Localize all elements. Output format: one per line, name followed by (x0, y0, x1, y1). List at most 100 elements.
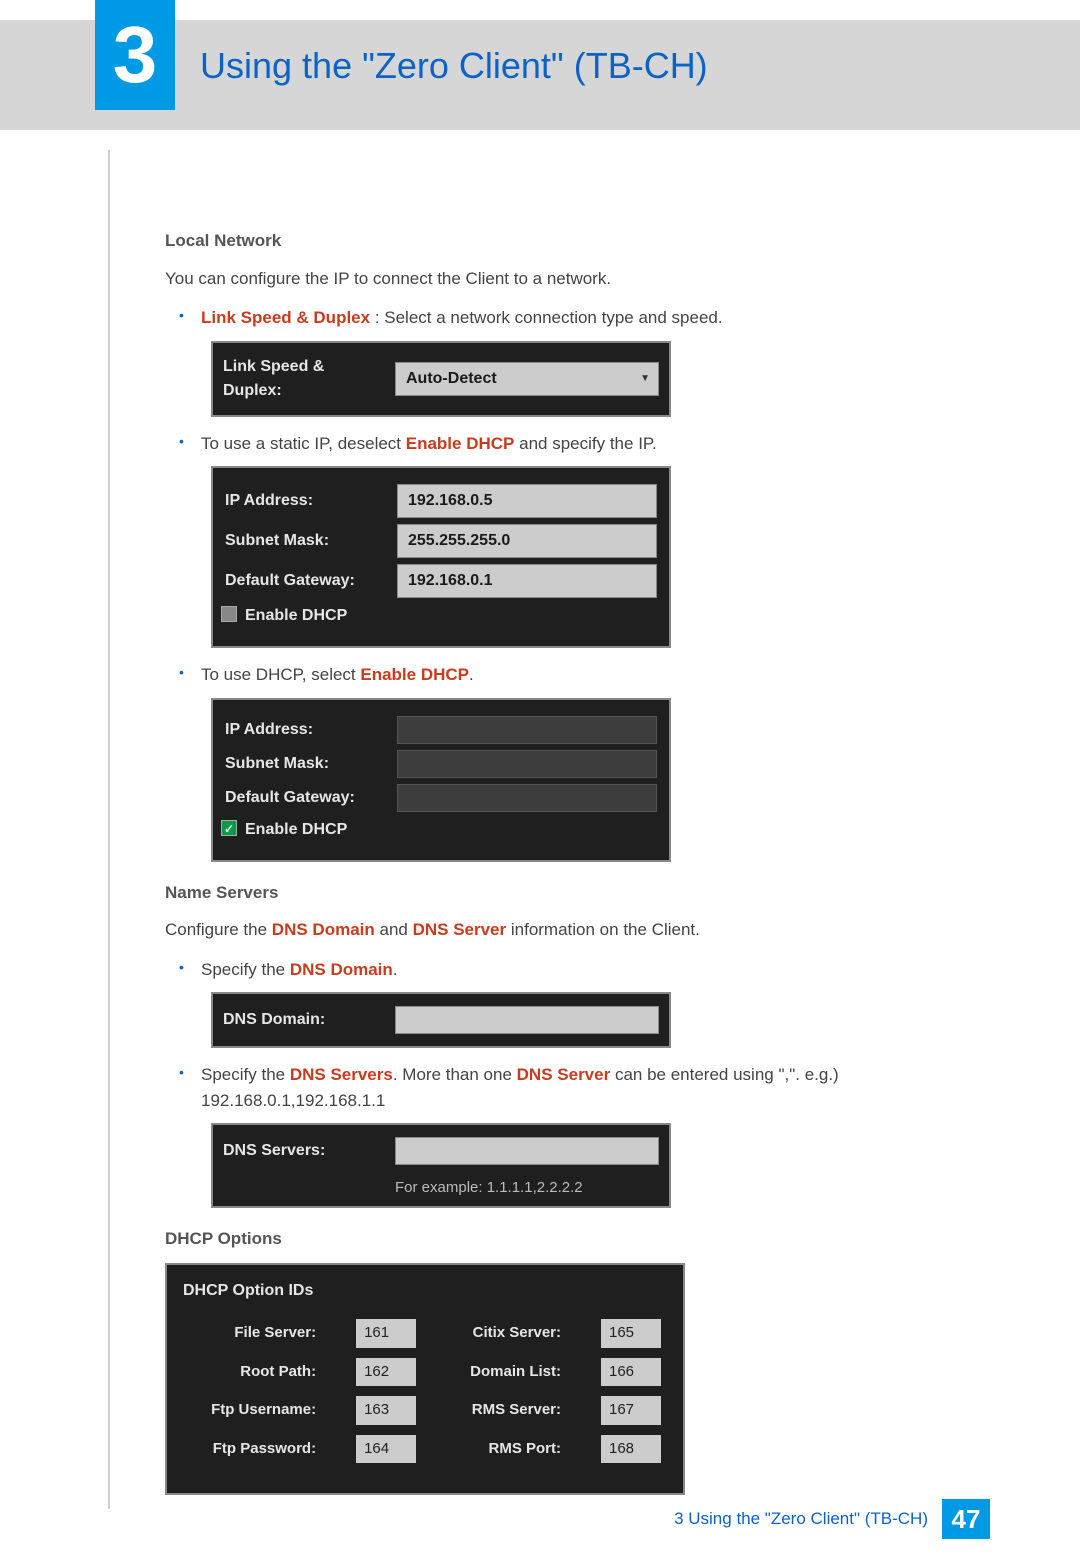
dhcp-value[interactable]: 161 (356, 1319, 416, 1348)
side-rule (108, 150, 110, 1509)
dhcp-label: File Server: (197, 1322, 316, 1345)
dns-servers-bullets: Specify the DNS Servers. More than one D… (189, 1062, 980, 1113)
dns-servers-row: DNS Servers: (223, 1137, 659, 1165)
dhcp-label: Root Path: (197, 1361, 316, 1384)
dnsd-bold: DNS Domain (290, 960, 393, 979)
name-servers-intro: Configure the DNS Domain and DNS Server … (165, 917, 980, 943)
chevron-down-icon: ▼ (640, 371, 650, 386)
gw-field[interactable]: 192.168.0.1 (397, 564, 657, 598)
screenshot-link-speed: Link Speed & Duplex: Auto-Detect ▼ (211, 341, 671, 417)
checkbox-checked-icon[interactable] (221, 820, 237, 836)
dnsd-pre: Specify the (201, 960, 290, 979)
link-speed-select[interactable]: Auto-Detect ▼ (395, 362, 659, 396)
dns-domain-field[interactable] (395, 1006, 659, 1034)
link-speed-text: : Select a network connection type and s… (370, 308, 723, 327)
static-pre: To use a static IP, deselect (201, 434, 406, 453)
dhcp-pre: To use DHCP, select (201, 665, 360, 684)
dhcp-value[interactable]: 168 (601, 1435, 661, 1464)
local-network-intro: You can configure the IP to connect the … (165, 266, 980, 292)
page-number: 47 (942, 1499, 990, 1539)
dnss-post: can be entered using ",". e.g.) (610, 1065, 839, 1084)
gw-label-2: Default Gateway: (225, 786, 385, 810)
ns-intro-b2: DNS Server (413, 920, 507, 939)
dhcp-row-checked: Enable DHCP (225, 818, 657, 842)
dhcp-value[interactable]: 163 (356, 1396, 416, 1425)
dhcp-label: Ftp Password: (197, 1438, 316, 1461)
screenshot-dhcp-on: IP Address: Subnet Mask: Default Gateway… (211, 698, 671, 862)
gw-field-2 (397, 784, 657, 812)
mask-label: Subnet Mask: (225, 529, 385, 553)
ip-label: IP Address: (225, 489, 385, 513)
dns-servers-example: For example: 1.1.1.1,2.2.2.2 (395, 1171, 659, 1200)
page: 3 Using the "Zero Client" (TB-CH) Local … (0, 20, 1080, 1559)
ns-intro-b1: DNS Domain (272, 920, 375, 939)
ns-intro-pre: Configure the (165, 920, 272, 939)
link-speed-row: Link Speed & Duplex: Auto-Detect ▼ (223, 355, 659, 403)
dhcp-label-checked: Enable DHCP (245, 821, 347, 838)
bullet-link-speed: Link Speed & Duplex : Select a network c… (189, 305, 980, 331)
dnss-mid: . More than one (393, 1065, 517, 1084)
dhcp-label: RMS Port: (456, 1438, 561, 1461)
chapter-number-badge: 3 (95, 0, 175, 110)
screenshot-dhcp-options: DHCP Option IDs File Server: 161 Citix S… (165, 1263, 685, 1495)
mask-row: Subnet Mask: 255.255.255.0 (225, 524, 657, 558)
dnss-bold: DNS Servers (290, 1065, 393, 1084)
dhcp-label: Ftp Username: (197, 1399, 316, 1422)
ip-label-2: IP Address: (225, 718, 385, 742)
checkbox-unchecked-icon[interactable] (221, 606, 237, 622)
screenshot-dns-servers: DNS Servers: For example: 1.1.1.1,2.2.2.… (211, 1123, 671, 1208)
screenshot-dns-domain: DNS Domain: (211, 992, 671, 1048)
dhcp-checkbox-wrap[interactable]: Enable DHCP (225, 604, 385, 628)
section-name-servers: Name Servers (165, 880, 980, 906)
content-area: Local Network You can configure the IP t… (165, 130, 980, 1495)
mask-field-2 (397, 750, 657, 778)
dhcp-value[interactable]: 164 (356, 1435, 416, 1464)
gw-row: Default Gateway: 192.168.0.1 (225, 564, 657, 598)
bullet-static-ip: To use a static IP, deselect Enable DHCP… (189, 431, 980, 457)
mask-field[interactable]: 255.255.255.0 (397, 524, 657, 558)
dnss-example-line: 192.168.0.1,192.168.1.1 (201, 1091, 385, 1110)
dhcp-label: Domain List: (456, 1361, 561, 1384)
dhcp-options-grid: File Server: 161 Citix Server: 165 Root … (179, 1311, 671, 1479)
dhcp-post: . (469, 665, 474, 684)
section-dhcp-options: DHCP Options (165, 1226, 980, 1252)
screenshot-static-ip: IP Address: 192.168.0.5 Subnet Mask: 255… (211, 466, 671, 648)
use-dhcp-bullets: To use DHCP, select Enable DHCP. (189, 662, 980, 688)
dns-servers-label: DNS Servers: (223, 1139, 383, 1163)
dns-domain-row: DNS Domain: (223, 1006, 659, 1034)
bullet-dns-servers: Specify the DNS Servers. More than one D… (189, 1062, 980, 1113)
local-network-bullets: Link Speed & Duplex : Select a network c… (189, 305, 980, 331)
ip-field[interactable]: 192.168.0.5 (397, 484, 657, 518)
mask-label-2: Subnet Mask: (225, 752, 385, 776)
mask-row-2: Subnet Mask: (225, 750, 657, 778)
ip-field-2 (397, 716, 657, 744)
dhcp-value[interactable]: 165 (601, 1319, 661, 1348)
dns-domain-bullets: Specify the DNS Domain. (189, 957, 980, 983)
chapter-title: Using the "Zero Client" (TB-CH) (200, 45, 708, 87)
dhcp-label: RMS Server: (456, 1399, 561, 1422)
gw-label: Default Gateway: (225, 569, 385, 593)
dhcp-options-header: DHCP Option IDs (179, 1275, 671, 1311)
dns-domain-label: DNS Domain: (223, 1008, 383, 1032)
link-speed-value: Auto-Detect (406, 367, 497, 391)
link-speed-label: Link Speed & Duplex (201, 308, 370, 327)
footer-text: 3 Using the "Zero Client" (TB-CH) (674, 1509, 928, 1529)
dhcp-value[interactable]: 167 (601, 1396, 661, 1425)
bullet-use-dhcp: To use DHCP, select Enable DHCP. (189, 662, 980, 688)
bullet-dns-domain: Specify the DNS Domain. (189, 957, 980, 983)
dhcp-value[interactable]: 162 (356, 1358, 416, 1387)
dnss-pre: Specify the (201, 1065, 290, 1084)
dhcp-checkbox-wrap-2[interactable]: Enable DHCP (225, 818, 385, 842)
gw-row-2: Default Gateway: (225, 784, 657, 812)
ns-intro-mid: and (375, 920, 413, 939)
static-ip-bullets: To use a static IP, deselect Enable DHCP… (189, 431, 980, 457)
dnsd-post: . (393, 960, 398, 979)
dhcp-bold: Enable DHCP (360, 665, 469, 684)
dhcp-value[interactable]: 166 (601, 1358, 661, 1387)
ns-intro-post: information on the Client. (506, 920, 700, 939)
dns-servers-field[interactable] (395, 1137, 659, 1165)
dhcp-row-unchecked: Enable DHCP (225, 604, 657, 628)
dhcp-label-unchecked: Enable DHCP (245, 607, 347, 624)
section-local-network: Local Network (165, 228, 980, 254)
link-speed-field-label: Link Speed & Duplex: (223, 355, 383, 403)
